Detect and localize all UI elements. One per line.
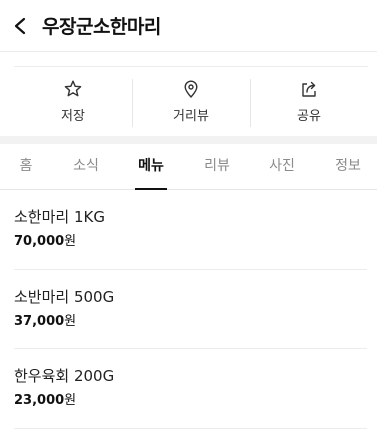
page-title: 우장군소한마리 — [42, 16, 161, 38]
menu-item-name: 소반마리 500G — [14, 287, 115, 306]
save-label: 저장 — [61, 109, 85, 124]
star-icon — [64, 80, 82, 97]
price-value: 70,000 — [14, 234, 65, 249]
tab-reviews[interactable]: 리뷰 — [201, 144, 233, 190]
back-button[interactable] — [1, 0, 41, 52]
action-bar: 저장 거리뷰 공유 — [14, 66, 368, 136]
top-bar: 우장군소한마리 — [0, 0, 377, 52]
menu-item-name: 한우육회 200G — [14, 367, 115, 385]
menu-item[interactable]: 한우육회 200G 23,000원 — [14, 349, 367, 429]
price-value: 23,000 — [14, 393, 65, 408]
share-icon — [302, 81, 316, 97]
tab-home[interactable]: 홈 — [14, 144, 38, 190]
menu-item-price: 37,000원 — [14, 313, 367, 331]
save-button[interactable]: 저장 — [14, 67, 132, 136]
menu-item-price: 23,000원 — [14, 392, 367, 410]
menu-item[interactable]: 소한마리 1KG 70,000원 — [14, 190, 367, 270]
tab-bar: 홈 소식 메뉴 리뷰 사진 정보 — [0, 144, 377, 190]
tab-info[interactable]: 정보 — [332, 144, 364, 190]
price-unit: 원 — [64, 313, 77, 329]
menu-item[interactable]: 소반마리 500G 37,000원 — [14, 270, 367, 349]
price-unit: 원 — [64, 393, 77, 408]
tab-menu[interactable]: 메뉴 — [135, 144, 167, 190]
street-view-button[interactable]: 거리뷰 — [132, 67, 250, 136]
tab-photos[interactable]: 사진 — [266, 144, 298, 190]
section-divider — [0, 136, 377, 144]
street-view-label: 거리뷰 — [173, 109, 209, 124]
price-unit: 원 — [64, 234, 77, 249]
price-value: 37,000 — [14, 313, 65, 329]
tab-news[interactable]: 소식 — [70, 144, 102, 190]
chevron-left-icon — [14, 17, 26, 34]
menu-item-name: 소한마리 1KG — [14, 208, 105, 226]
share-label: 공유 — [297, 109, 321, 124]
menu-item-price: 70,000원 — [14, 233, 367, 251]
share-button[interactable]: 공유 — [250, 67, 368, 136]
location-pin-icon — [184, 80, 198, 98]
menu-list: 소한마리 1KG 70,000원 소반마리 500G 37,000원 한우육회 … — [14, 190, 367, 429]
